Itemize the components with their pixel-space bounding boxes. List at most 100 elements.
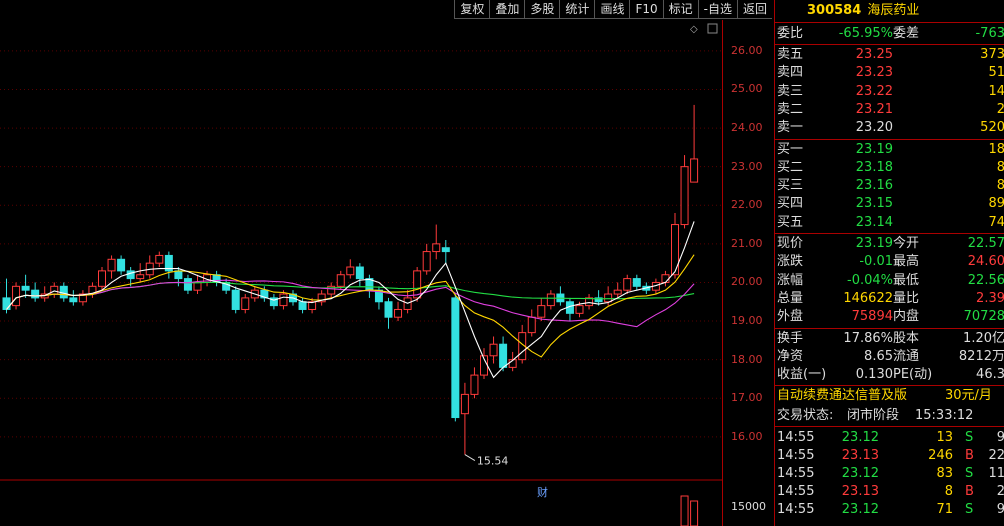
diamond-icon: ◇ — [690, 24, 698, 35]
bid-row: 买三 23.16 8 — [777, 178, 1004, 194]
candle-body — [613, 289, 622, 295]
candle-body — [604, 293, 613, 303]
volume-bar — [690, 500, 699, 526]
candle-body — [298, 301, 307, 310]
candle-body — [12, 285, 21, 307]
candle-body — [623, 278, 632, 291]
toolbar-button-0[interactable]: 复权 — [454, 0, 490, 19]
toolbar-button-1[interactable]: 叠加 — [489, 0, 525, 19]
stat2-row: 收益(一) 0.130 PE(动) 46.3 — [777, 367, 1004, 383]
candle-body — [107, 258, 116, 272]
stat-row: 涨幅 -0.04% 最低 22.56 — [777, 272, 1004, 288]
candle-body — [632, 278, 641, 287]
toolbar-button-3[interactable]: 统计 — [559, 0, 595, 19]
toolbar-button-7[interactable]: -自选 — [697, 0, 737, 19]
candle-body — [384, 301, 393, 318]
ask-row: 卖五 23.25 373 — [777, 47, 1004, 62]
ask-row: 卖一 23.20 520 — [777, 120, 1004, 136]
candle-body — [470, 374, 479, 395]
candle-body — [489, 343, 498, 357]
ytick-label: 21.00 — [731, 236, 763, 250]
toolbar-button-8[interactable]: 返回 — [736, 0, 772, 19]
candle-body — [394, 308, 403, 318]
candle-body — [50, 285, 59, 295]
kline-chart[interactable]: 15.54 财 ◇ — [0, 0, 722, 526]
ytick-label: 18.00 — [731, 352, 763, 366]
candle-body — [680, 166, 689, 226]
candle-body — [527, 316, 536, 334]
candle-body — [231, 289, 240, 310]
candle-body — [460, 393, 469, 415]
ytick-label: 20.00 — [731, 275, 763, 289]
ask-row: 卖四 23.23 51 — [777, 65, 1004, 81]
candle-body — [279, 293, 288, 307]
stat-row: 总量 146622 量比 2.39 — [777, 290, 1004, 306]
toolbar-button-2[interactable]: 多股 — [524, 0, 560, 19]
trade-status: 交易状态: 闭市阶段 15:33:12 — [777, 408, 974, 424]
candle-body — [451, 297, 460, 419]
bid-row: 买二 23.18 8 — [777, 159, 1004, 175]
bid-row: 买四 23.15 89 — [777, 196, 1004, 212]
ytick-label: 26.00 — [731, 43, 763, 57]
low-price-label: 15.54 — [477, 455, 509, 468]
tick-row: 14:55 23.12 71 S 9 — [777, 502, 1004, 518]
kline-svg[interactable]: 15.54 财 ◇ — [0, 20, 722, 526]
candle-body — [441, 247, 450, 253]
bid-row: 买一 23.19 18 — [777, 141, 1004, 157]
window-toggle-icon — [707, 23, 718, 34]
bid-row: 买五 23.14 74 — [777, 214, 1004, 230]
candle-body — [336, 274, 345, 287]
candle-body — [69, 297, 78, 303]
price-axis: 26.00 25.00 24.00 23.00 22.00 21.00 20.00 19.00… — [722, 20, 775, 526]
candle-body — [422, 251, 431, 272]
ytick-label: 17.00 — [731, 391, 763, 405]
tick-row: 14:55 23.13 8 B 2 — [777, 484, 1004, 500]
ytick-label: 19.00 — [731, 314, 763, 328]
toolbar-button-5[interactable]: F10 — [629, 0, 663, 19]
ad-banner[interactable]: 自动续费通达信普及版 30元/月 — [775, 387, 1004, 405]
candle-body — [432, 243, 441, 253]
volume-tick-label: 15000 — [731, 500, 766, 513]
ask-row: 卖三 23.22 14 — [777, 83, 1004, 99]
stock-header: 300584 海辰药业 — [775, 2, 1004, 20]
stat-row: 现价 23.19 今开 22.57 — [777, 236, 1004, 251]
candle-body — [136, 274, 145, 280]
candle-body — [690, 158, 699, 183]
ytick-label: 25.00 — [731, 82, 763, 96]
candle-body — [174, 270, 183, 280]
candle-body — [575, 305, 584, 314]
finance-marker: 财 — [537, 485, 548, 499]
stock-code: 300584 — [807, 3, 862, 18]
candle-body — [117, 258, 126, 272]
candle-body — [546, 293, 555, 307]
tick-row: 14:55 23.13 246 B 22 — [777, 448, 1004, 464]
stat-row: 外盘 75894 内盘 70728 — [777, 309, 1004, 325]
stat-row: 涨跌 -0.01 最高 24.60 — [777, 254, 1004, 270]
tick-row: 14:55 23.12 83 S 11 — [777, 466, 1004, 482]
ytick-label: 24.00 — [731, 121, 763, 135]
candle-body — [241, 297, 250, 310]
ytick-label: 23.00 — [731, 159, 763, 173]
quote-panel: 300584 海辰药业 委比 -65.95% 委差 -763 卖五 23.25 373 卖四 2… — [774, 0, 1004, 526]
stat2-row: 换手 17.86% 股本 1.20亿 — [777, 330, 1004, 346]
candle-body — [183, 278, 192, 291]
volume-bar — [680, 495, 689, 526]
candle-body — [155, 254, 164, 264]
candle-body — [2, 297, 11, 310]
tick-row: 14:55 23.12 13 S 9 — [777, 430, 1004, 446]
candle-body — [355, 266, 364, 280]
candle-body — [537, 305, 546, 318]
candle-body — [671, 224, 679, 276]
stock-name: 海辰药业 — [867, 3, 920, 18]
candle-body — [499, 343, 508, 368]
ask-row: 卖二 23.21 2 — [777, 101, 1004, 117]
candle-body — [21, 285, 30, 291]
ytick-label: 22.00 — [731, 198, 763, 212]
toolbar-button-6[interactable]: 标记 — [662, 0, 698, 19]
candle-body — [661, 274, 670, 283]
stat2-row: 净资 8.65 流通 8212万 — [777, 348, 1004, 364]
candle-body — [346, 266, 355, 276]
candle-body — [98, 270, 106, 287]
toolbar-button-4[interactable]: 画线 — [594, 0, 630, 19]
ytick-label: 16.00 — [731, 429, 763, 443]
